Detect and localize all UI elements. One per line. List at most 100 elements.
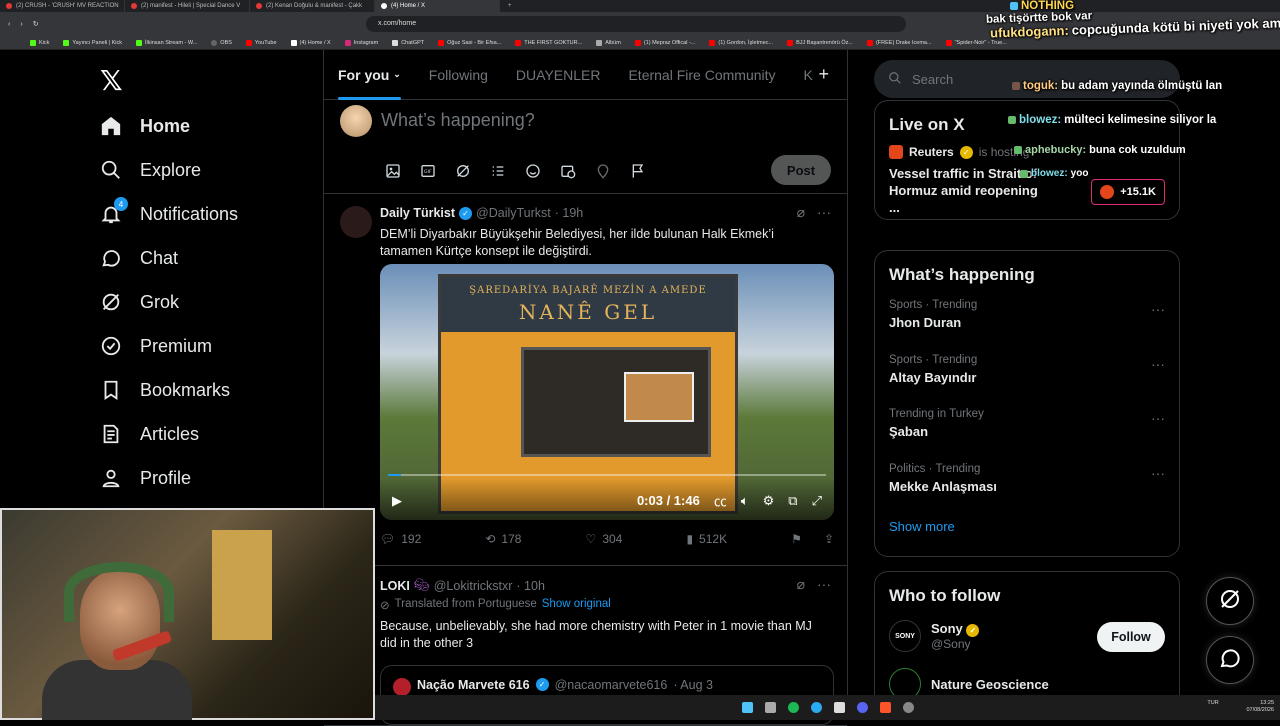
pip-icon[interactable]: ⧉: [788, 493, 797, 509]
chat-message: aphebucky: buna cok uzuldum: [1014, 144, 1186, 156]
new-tab-icon[interactable]: +: [508, 3, 512, 9]
trend-item[interactable]: Sports · Trending Altay Bayındır ···: [875, 346, 1179, 401]
more-icon[interactable]: ···: [1151, 301, 1165, 317]
image-icon[interactable]: [382, 160, 403, 181]
gif-icon[interactable]: GIF: [417, 160, 438, 181]
spotify-icon[interactable]: [787, 702, 799, 713]
follow-suggestion[interactable]: SONY Sony ✓ @Sony Follow: [875, 612, 1179, 660]
taskview-icon[interactable]: [764, 702, 776, 713]
browser-tab[interactable]: (2) Kenan Doğulu & manifest - Çakk: [250, 0, 375, 12]
webcam-overlay: [0, 508, 375, 720]
telegram-icon[interactable]: [810, 702, 822, 713]
more-icon[interactable]: ···: [817, 576, 831, 593]
volume-icon[interactable]: 🔈︎: [741, 493, 749, 509]
bookmark-item[interactable]: YouTube: [245, 39, 277, 46]
more-icon[interactable]: ···: [1151, 356, 1165, 372]
tab-duayenler[interactable]: DUAYENLER: [502, 50, 615, 100]
schedule-icon[interactable]: [557, 160, 578, 181]
bookmark-item[interactable]: (FREE) Drake Icema...: [866, 39, 932, 46]
poll-icon[interactable]: [487, 160, 508, 181]
sidebar-item-home[interactable]: Home: [100, 104, 238, 148]
follow-button[interactable]: Follow: [1097, 622, 1165, 652]
sidebar-item-profile[interactable]: Profile: [100, 456, 238, 500]
bookmark-button[interactable]: ⚑ ⇪: [791, 532, 834, 546]
play-icon[interactable]: ▶: [392, 493, 402, 509]
like-button[interactable]: ♡ 304: [586, 532, 623, 546]
sidebar-item-notifications[interactable]: 4 Notifications: [100, 192, 238, 236]
share-icon[interactable]: ⇪: [824, 532, 834, 546]
sidebar-item-articles[interactable]: Articles: [100, 412, 238, 456]
bookmark-item[interactable]: (1) Mepraz Offical -...: [634, 39, 695, 46]
back-icon[interactable]: ‹: [8, 21, 10, 28]
bookmark-item[interactable]: Kick: [30, 39, 49, 46]
grok-icon[interactable]: ⌀: [797, 204, 805, 221]
settings-icon[interactable]: ⚙: [763, 493, 775, 509]
messages-fab[interactable]: [1206, 636, 1254, 684]
show-original-link[interactable]: Show original: [542, 598, 611, 612]
bookmark-item[interactable]: ChatGPT: [392, 39, 424, 46]
grok-icon[interactable]: [452, 160, 473, 181]
address-bar[interactable]: x.com/home: [366, 16, 906, 32]
bookmark-item[interactable]: Yayıncı Paneli | Kick: [63, 39, 122, 46]
bookmark-item[interactable]: BJJ Başantrenörü Öz...: [787, 39, 853, 46]
bookmark-item[interactable]: THE FIRST GOKTUR...: [515, 39, 582, 46]
browser-tab[interactable]: (2) manifest - Hileli | Special Dance V: [125, 0, 250, 12]
trend-item[interactable]: Sports · Trending Jhon Duran ···: [875, 291, 1179, 346]
brave-icon[interactable]: [879, 702, 891, 713]
sidebar-item-explore[interactable]: Explore: [100, 148, 238, 192]
more-icon[interactable]: ···: [1151, 410, 1165, 426]
post-button[interactable]: Post: [771, 155, 831, 185]
live-listeners-badge[interactable]: +15.1K: [1091, 179, 1165, 205]
tab-eternal-fire[interactable]: Eternal Fire Community: [614, 50, 789, 100]
obs-icon[interactable]: [833, 702, 845, 713]
grok-icon[interactable]: ⌀: [797, 576, 805, 593]
panel-title: Who to follow: [889, 586, 1001, 605]
bookmark-item[interactable]: Albüm: [596, 39, 621, 46]
chat-message: toguk: bu adam yayında ölmüştü lan: [1012, 80, 1222, 92]
sidebar-item-chat[interactable]: Chat: [100, 236, 238, 280]
bookmark-item[interactable]: Oğuz Sasi - Bir Efsa...: [438, 39, 501, 46]
show-more-link[interactable]: Show more: [875, 509, 1179, 544]
app-icon[interactable]: [902, 702, 914, 713]
emoji-icon[interactable]: [522, 160, 543, 181]
fullscreen-icon[interactable]: ⤢: [812, 493, 822, 509]
captions-icon[interactable]: ㏄: [714, 491, 727, 510]
sidebar-item-grok[interactable]: Grok: [100, 280, 238, 324]
bookmark-item[interactable]: (1) Gordon, İşletmec...: [709, 39, 773, 46]
tab-for-you[interactable]: For you ⌄: [324, 50, 415, 100]
tweet[interactable]: Daily Türkist ✓ @DailyTurkst · 19h ⌀ ···…: [324, 194, 847, 566]
sidebar-item-premium[interactable]: Premium: [100, 324, 238, 368]
bookmark-item[interactable]: OBS: [211, 39, 232, 46]
more-icon[interactable]: ···: [1151, 465, 1165, 481]
browser-tab[interactable]: (2) CRUSH - 'CRUSH' MV REACTION: [0, 0, 125, 12]
x-logo-icon: [381, 3, 387, 9]
x-logo-icon[interactable]: 𝕏: [100, 64, 123, 97]
reply-button[interactable]: 💬︎ 192: [380, 532, 421, 546]
forward-icon[interactable]: ›: [20, 21, 22, 28]
views-button[interactable]: ▮ 512K: [686, 532, 727, 546]
add-tab-icon[interactable]: +: [818, 64, 829, 85]
grok-fab[interactable]: [1206, 577, 1254, 625]
avatar[interactable]: [340, 206, 372, 238]
tweet-header: Daily Türkist ✓ @DailyTurkst · 19h: [380, 206, 584, 220]
browser-tab-active[interactable]: (4) Home / X: [375, 0, 500, 12]
flag-icon[interactable]: [627, 160, 648, 181]
trend-item[interactable]: Trending in Turkey Şaban ···: [875, 400, 1179, 455]
composer-input[interactable]: What’s happening?: [381, 110, 535, 131]
tweet-video[interactable]: ŞAREDARİYA BAJARÊ MEZİN A AMEDE NANÊ GEL…: [380, 264, 834, 520]
bookmark-item[interactable]: Instagram: [344, 39, 378, 46]
reload-icon[interactable]: ↻: [33, 20, 39, 28]
location-icon[interactable]: [592, 160, 613, 181]
bookmark-item[interactable]: (4) Home / X: [290, 39, 331, 46]
discord-icon[interactable]: [856, 702, 868, 713]
tab-following[interactable]: Following: [415, 50, 502, 100]
bookmark-item[interactable]: İlkinsan Stream - W...: [136, 39, 197, 46]
repost-button[interactable]: ⟲ 178: [485, 532, 521, 546]
sidebar-item-bookmarks[interactable]: Bookmarks: [100, 368, 238, 412]
system-tray[interactable]: TUR 13:25 07/08/2026: [1207, 700, 1274, 714]
trend-item[interactable]: Politics · Trending Mekke Anlaşması ···: [875, 455, 1179, 510]
more-icon[interactable]: ···: [817, 204, 831, 221]
avatar[interactable]: [340, 105, 372, 137]
video-progress-bar[interactable]: [388, 474, 826, 476]
start-icon[interactable]: [741, 702, 753, 713]
